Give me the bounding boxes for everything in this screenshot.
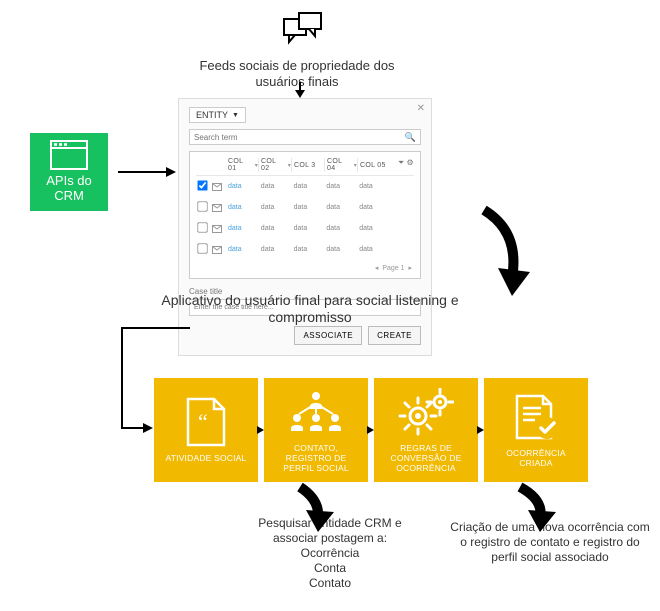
cell: data (259, 204, 292, 211)
mail-icon (212, 225, 226, 233)
cell: data (292, 246, 325, 253)
api-box-label: APIs do CRM (30, 174, 108, 204)
step-label: REGRAS DE CONVERSÃO DE OCORRÊNCIA (382, 444, 470, 473)
row-checkbox[interactable] (197, 201, 207, 211)
cell: data (292, 183, 325, 190)
col-header[interactable]: COL 04▾ (325, 158, 358, 172)
social-feed-icon (283, 12, 323, 49)
pager-prev-icon[interactable]: ◂ (375, 265, 379, 272)
cell: data (357, 225, 390, 232)
browser-window-icon (50, 140, 88, 170)
sort-icon: ▾ (288, 162, 291, 169)
results-grid: COL 01▾ COL 02▾ COL 3 COL 04▾ COL 05 ⏷⚙ … (189, 151, 421, 279)
step-label: CONTATO, REGISTRO DE PERFIL SOCIAL (272, 444, 360, 473)
mail-icon (212, 183, 226, 191)
step-regras-conversao: REGRAS DE CONVERSÃO DE OCORRÊNCIA (374, 378, 478, 482)
row-checkbox[interactable] (197, 222, 207, 232)
document-quote-icon: “ (184, 396, 228, 448)
label-feeds: Feeds sociais de propriedade dos usuário… (192, 58, 402, 89)
cell: data (226, 183, 259, 190)
cell: data (357, 246, 390, 253)
step-label: ATIVIDADE SOCIAL (166, 454, 247, 464)
mail-icon (212, 204, 226, 212)
search-input[interactable] (194, 133, 405, 142)
entity-dropdown[interactable]: ENTITY ▼ (189, 107, 246, 123)
close-icon[interactable]: ✕ (417, 103, 425, 114)
table-row[interactable]: datadatadatadatadata (196, 218, 414, 239)
step-contato-perfil: CONTATO, REGISTRO DE PERFIL SOCIAL (264, 378, 368, 482)
pager-next-icon[interactable]: ▸ (408, 265, 412, 272)
table-row[interactable]: datadatadatadatadata (196, 176, 414, 197)
col-header[interactable]: COL 01▾ (226, 158, 259, 172)
cell: data (357, 204, 390, 211)
pager-label: Page 1 (382, 265, 404, 272)
gears-icon (398, 386, 454, 438)
label-app-listening: Aplicativo do usuário final para social … (150, 292, 470, 326)
search-icon[interactable]: 🔍 (405, 132, 416, 143)
col-header[interactable]: COL 02▾ (259, 158, 292, 172)
cell: data (292, 225, 325, 232)
svg-text:“: “ (198, 409, 208, 434)
table-row[interactable]: datadatadatadatadata (196, 197, 414, 218)
step-ocorrencia-criada: OCORRÊNCIA CRIADA (484, 378, 588, 482)
create-button[interactable]: CREATE (368, 326, 421, 345)
label-pesquisar-entidade: Pesquisar entidade CRM e associar postag… (235, 516, 425, 591)
chevron-down-icon: ▼ (232, 112, 239, 119)
cell: data (324, 204, 357, 211)
row-checkbox[interactable] (197, 180, 207, 190)
sort-icon: ▾ (354, 162, 357, 169)
cell: data (226, 225, 259, 232)
table-row[interactable]: datadatadatadatadata (196, 239, 414, 260)
document-check-icon (511, 391, 561, 443)
search-input-wrap[interactable]: 🔍 (189, 129, 421, 145)
associate-button[interactable]: ASSOCIATE (294, 326, 362, 345)
row-checkbox[interactable] (197, 243, 207, 253)
api-box: APIs do CRM (30, 133, 108, 211)
sort-icon: ▾ (255, 162, 258, 169)
cell: data (292, 204, 325, 211)
cell: data (324, 225, 357, 232)
step-atividade-social: “ ATIVIDADE SOCIAL (154, 378, 258, 482)
col-header[interactable]: COL 05 (358, 158, 390, 172)
cell: data (357, 183, 390, 190)
cell: data (324, 183, 357, 190)
entity-dropdown-label: ENTITY (196, 110, 228, 120)
col-header[interactable]: COL 3 (292, 158, 325, 172)
cell: data (226, 246, 259, 253)
cell: data (259, 246, 292, 253)
step-label: OCORRÊNCIA CRIADA (492, 449, 580, 469)
pager: ◂ Page 1 ▸ (196, 260, 414, 272)
people-network-icon (287, 386, 345, 438)
filter-icon[interactable]: ⏷ (398, 158, 405, 172)
mail-icon (212, 246, 226, 254)
label-criacao-ocorrencia: Criação de uma nova ocorrência com o reg… (450, 520, 650, 565)
cell: data (259, 183, 292, 190)
cell: data (324, 246, 357, 253)
cell: data (226, 204, 259, 211)
cell: data (259, 225, 292, 232)
grid-header: COL 01▾ COL 02▾ COL 3 COL 04▾ COL 05 ⏷⚙ (196, 158, 414, 176)
settings-icon[interactable]: ⚙ (407, 158, 414, 172)
